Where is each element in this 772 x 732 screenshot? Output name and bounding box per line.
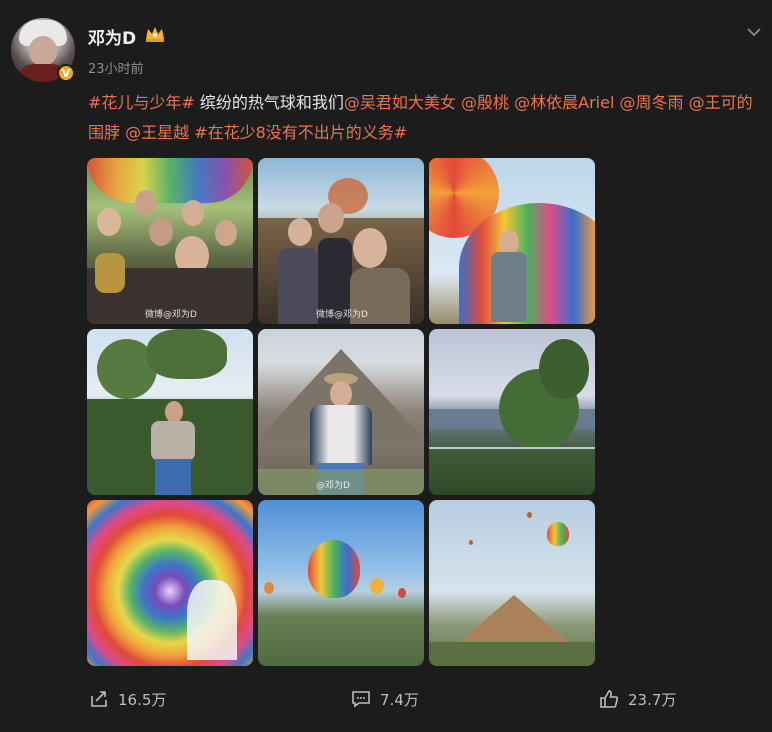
mention-link[interactable]: @周冬雨 xyxy=(620,93,684,112)
share-button[interactable]: 16.5万 xyxy=(88,688,166,710)
chevron-down-icon[interactable] xyxy=(744,22,764,42)
share-icon xyxy=(91,691,107,707)
comment-button[interactable]: 7.4万 xyxy=(350,688,419,710)
photo-5[interactable]: @邓为D xyxy=(258,329,424,495)
thumbs-up-icon xyxy=(600,690,619,708)
verified-badge: V xyxy=(57,64,75,82)
photo-6[interactable] xyxy=(429,329,595,495)
mention-link[interactable]: @吴君如大美女 xyxy=(344,93,456,112)
photo-7[interactable] xyxy=(87,500,253,666)
photo-watermark: 微博@邓为D xyxy=(145,310,197,320)
crown-icon xyxy=(146,27,164,42)
like-count: 23.7万 xyxy=(628,690,677,709)
share-count: 16.5万 xyxy=(118,690,167,709)
post-text: #花儿与少年# 缤纷的热气球和我们@吴君如大美女 @殷桃 @林依晨Ariel @… xyxy=(88,88,760,148)
photo-1[interactable]: 微博@邓为D xyxy=(87,158,253,324)
mention-link[interactable]: @殷桃 xyxy=(461,93,509,112)
photo-2[interactable]: 微博@邓为D xyxy=(258,158,424,324)
photo-3[interactable] xyxy=(429,158,595,324)
like-button[interactable]: 23.7万 xyxy=(598,688,676,710)
timestamp[interactable]: 23小时前 xyxy=(88,58,144,77)
mention-link[interactable]: @王星越 xyxy=(125,123,189,142)
photo-watermark: @邓为D xyxy=(316,481,350,491)
mention-link[interactable]: @林依晨Ariel xyxy=(514,93,614,112)
comment-icon xyxy=(352,691,370,708)
photo-8[interactable] xyxy=(258,500,424,666)
comment-count: 7.4万 xyxy=(380,690,419,709)
photo-9[interactable] xyxy=(429,500,595,666)
post-text-plain: 缤纷的热气球和我们 xyxy=(194,93,344,112)
photo-4[interactable] xyxy=(87,329,253,495)
hashtag-link[interactable]: #在花少8没有不出片的义务# xyxy=(194,123,407,142)
username[interactable]: 邓为D xyxy=(88,24,136,49)
action-bar: 16.5万 7.4万 23.7万 xyxy=(0,680,772,720)
photo-watermark: 微博@邓为D xyxy=(316,310,368,320)
hashtag-link[interactable]: #花儿与少年# xyxy=(88,93,195,112)
